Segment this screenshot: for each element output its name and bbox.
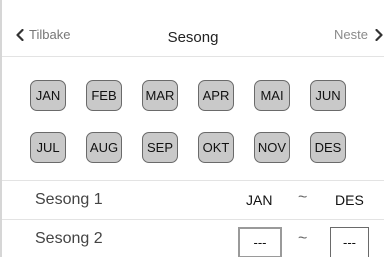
month-button-aug[interactable]: AUG — [86, 132, 122, 163]
range-separator: ~ — [298, 230, 308, 247]
season-row-2: Sesong 2 --- ~ --- — [2, 219, 384, 257]
month-button-nov[interactable]: NOV — [254, 132, 290, 163]
season-from-value[interactable]: JAN — [246, 192, 272, 208]
month-button-okt[interactable]: OKT — [198, 132, 234, 163]
next-label: Neste — [334, 27, 368, 42]
month-button-apr[interactable]: APR — [198, 80, 234, 111]
season-label: Sesong 2 — [35, 230, 103, 247]
chevron-right-icon — [375, 28, 383, 41]
page-title: Sesong — [167, 29, 219, 46]
season-from-field[interactable]: --- — [238, 227, 282, 257]
header: Tilbake Sesong Neste — [2, 0, 384, 57]
season-screen: Tilbake Sesong Neste JAN FEB MAR APR MAI… — [0, 0, 384, 257]
month-button-sep[interactable]: SEP — [142, 132, 178, 163]
season-row-1[interactable]: Sesong 1 JAN ~ DES — [2, 180, 384, 218]
month-button-mar[interactable]: MAR — [142, 80, 178, 111]
month-button-jan[interactable]: JAN — [30, 80, 66, 111]
month-button-des[interactable]: DES — [310, 132, 346, 163]
season-label: Sesong 1 — [35, 191, 103, 208]
month-grid: JAN FEB MAR APR MAI JUN JUL AUG SEP OKT … — [30, 80, 346, 163]
season-to-value[interactable]: DES — [335, 192, 364, 208]
month-button-jul[interactable]: JUL — [30, 132, 66, 163]
month-button-jun[interactable]: JUN — [310, 80, 346, 111]
season-to-field[interactable]: --- — [330, 227, 369, 257]
range-separator: ~ — [298, 189, 308, 206]
month-button-feb[interactable]: FEB — [86, 80, 122, 111]
next-button[interactable]: Neste — [334, 27, 384, 42]
month-button-mai[interactable]: MAI — [254, 80, 290, 111]
